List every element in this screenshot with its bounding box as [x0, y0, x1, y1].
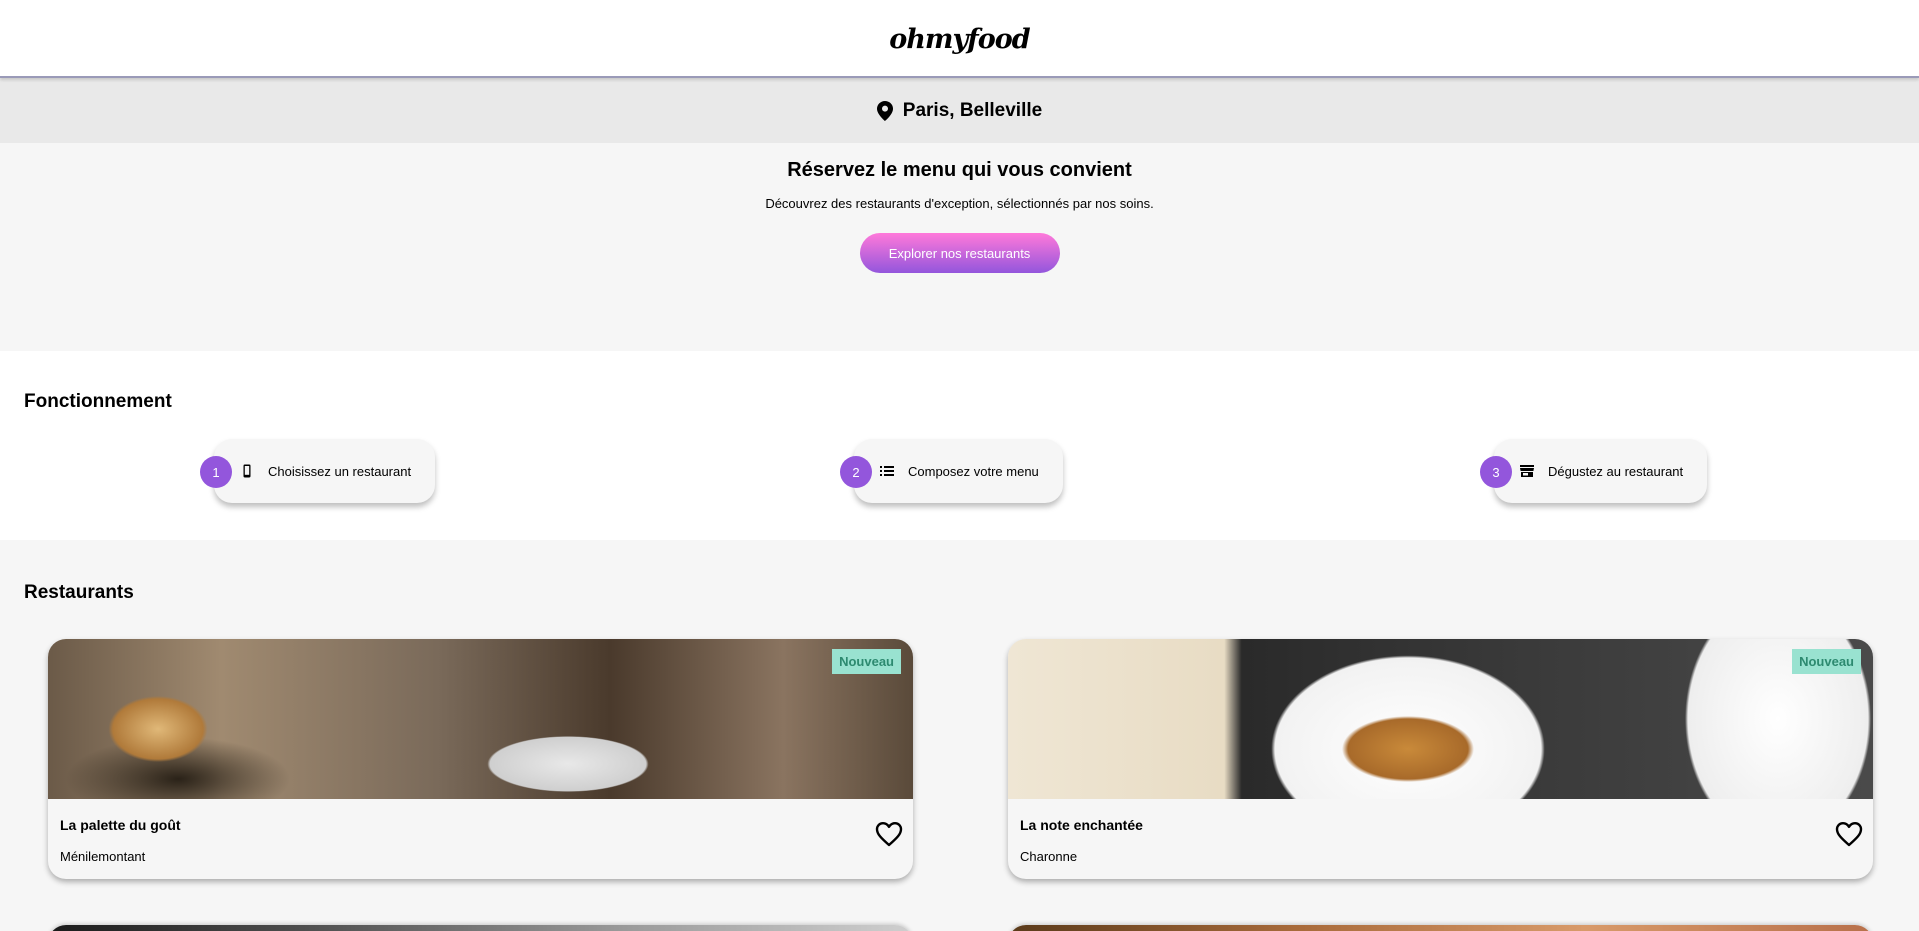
- step-compose-menu[interactable]: 2 Composez votre menu: [840, 439, 1063, 503]
- heart-icon[interactable]: [1835, 821, 1863, 847]
- heart-icon[interactable]: [875, 821, 903, 847]
- smartphone-icon: [240, 464, 254, 478]
- restaurant-name: La palette du goût: [60, 817, 181, 833]
- step-number: 1: [200, 456, 232, 488]
- restaurants-title: Restaurants: [24, 582, 134, 603]
- list-icon: [880, 464, 894, 478]
- restaurant-card[interactable]: Nouveau La note enchantée Charonne: [1008, 639, 1873, 879]
- restaurant-name: La note enchantée: [1020, 817, 1143, 833]
- restaurant-photo: Nouveau: [48, 639, 913, 799]
- location-bar: Paris, Belleville: [0, 78, 1919, 143]
- new-badge: Nouveau: [1792, 649, 1861, 674]
- restaurant-photo: Nouveau: [1008, 639, 1873, 799]
- step-taste-restaurant[interactable]: 3 Dégustez au restaurant: [1480, 439, 1708, 503]
- restaurant-area: Charonne: [1020, 849, 1078, 864]
- location-label: Paris, Belleville: [902, 99, 1043, 121]
- restaurant-card-partial[interactable]: [48, 925, 913, 931]
- step-label: Choisissez un restaurant: [268, 463, 412, 479]
- step-choose-restaurant[interactable]: 1 Choisissez un restaurant: [200, 439, 436, 503]
- restaurants-section: Restaurants Nouveau La palette du goût M…: [0, 540, 1919, 931]
- restaurant-card[interactable]: Nouveau La palette du goût Ménilemontant: [48, 639, 913, 879]
- restaurant-card-partial[interactable]: [1008, 925, 1873, 931]
- step-number: 3: [1480, 456, 1512, 488]
- step-label: Composez votre menu: [908, 463, 1039, 479]
- restaurant-info: La palette du goût Ménilemontant: [48, 799, 913, 864]
- store-icon: [1520, 464, 1534, 478]
- new-badge: Nouveau: [832, 649, 901, 674]
- hero-subtitle: Découvrez des restaurants d'exception, s…: [765, 196, 1154, 211]
- restaurant-info: La note enchantée Charonne: [1008, 799, 1873, 864]
- hero-section: Réservez le menu qui vous convient Décou…: [0, 143, 1919, 351]
- how-title: Fonctionnement: [24, 391, 172, 412]
- step-label: Dégustez au restaurant: [1548, 463, 1684, 479]
- map-pin-icon: [876, 100, 893, 121]
- restaurant-area: Ménilemontant: [60, 849, 146, 864]
- how-it-works-section: Fonctionnement 1 Choisissez un restauran…: [0, 351, 1919, 540]
- site-header: ohmyfood: [0, 0, 1919, 78]
- step-number: 2: [840, 456, 872, 488]
- brand-logo[interactable]: ohmyfood: [889, 22, 1030, 55]
- hero-title: Réservez le menu qui vous convient: [787, 159, 1132, 181]
- explore-restaurants-button[interactable]: Explorer nos restaurants: [859, 233, 1060, 273]
